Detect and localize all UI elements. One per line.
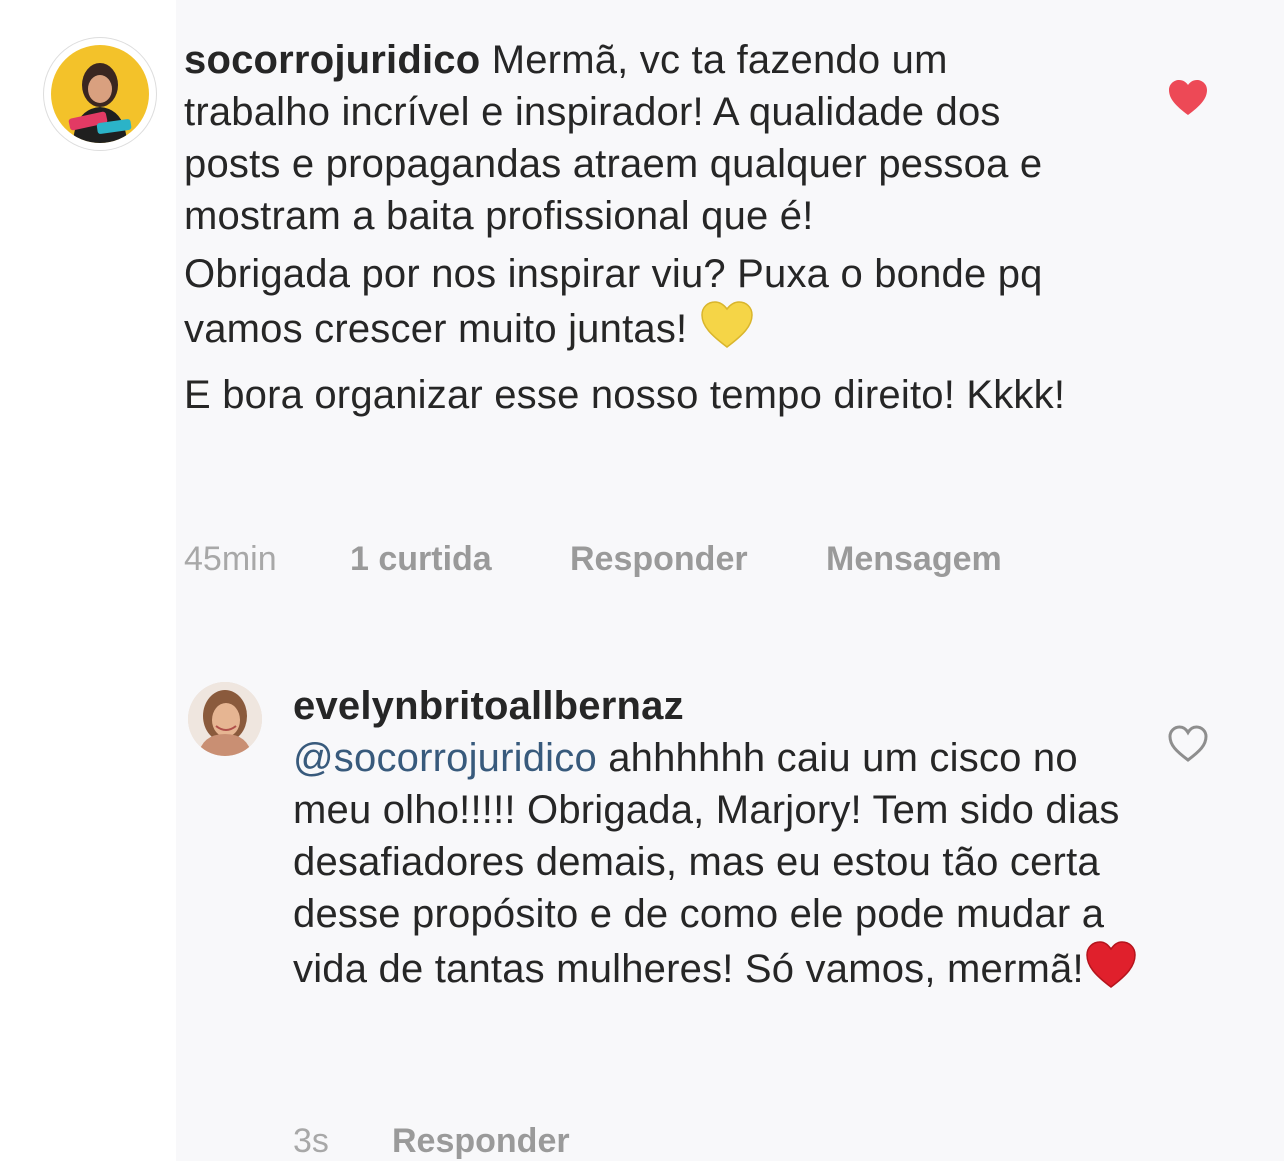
comment-2-mention-link[interactable]: @socorrojuridico — [293, 736, 597, 780]
comment-2-time: 3s — [293, 1122, 329, 1160]
comment-1-reply-button[interactable]: Responder — [570, 540, 748, 579]
socorrojuridico-avatar[interactable] — [44, 38, 156, 150]
comment-2-like-button[interactable] — [1167, 724, 1209, 764]
comment-2-username[interactable]: evelynbritoallbernaz — [293, 684, 684, 728]
heart-outline-icon — [1168, 725, 1208, 762]
profile-avatar-icon — [51, 45, 149, 143]
evelynbritoallbernaz-avatar[interactable] — [188, 682, 262, 756]
comment-1-like-button[interactable] — [1167, 78, 1209, 118]
comment-1-username[interactable]: socorrojuridico — [184, 38, 480, 82]
profile-avatar-icon — [188, 682, 262, 756]
comment-2-reply-button[interactable]: Responder — [392, 1122, 570, 1161]
comment-1-paragraph-2: Obrigada por nos inspirar viu? Puxa o bo… — [184, 252, 1043, 351]
comment-1-time: 45min — [184, 540, 277, 578]
comment-1-likes-link[interactable]: 1 curtida — [350, 540, 492, 579]
comment-1-message-button[interactable]: Mensagem — [826, 540, 1002, 579]
heart-filled-icon — [1169, 80, 1207, 115]
comment-1-paragraph-3: E bora organizar esse nosso tempo direit… — [184, 373, 1066, 417]
comment-2-text: evelynbritoallbernaz @socorrojuridico ah… — [293, 680, 1153, 1003]
yellow-heart-icon — [699, 300, 755, 363]
red-heart-icon — [1084, 940, 1138, 1003]
comment-1-text: socorrojuridico Mermã, vc ta fazendo um … — [184, 34, 1084, 421]
